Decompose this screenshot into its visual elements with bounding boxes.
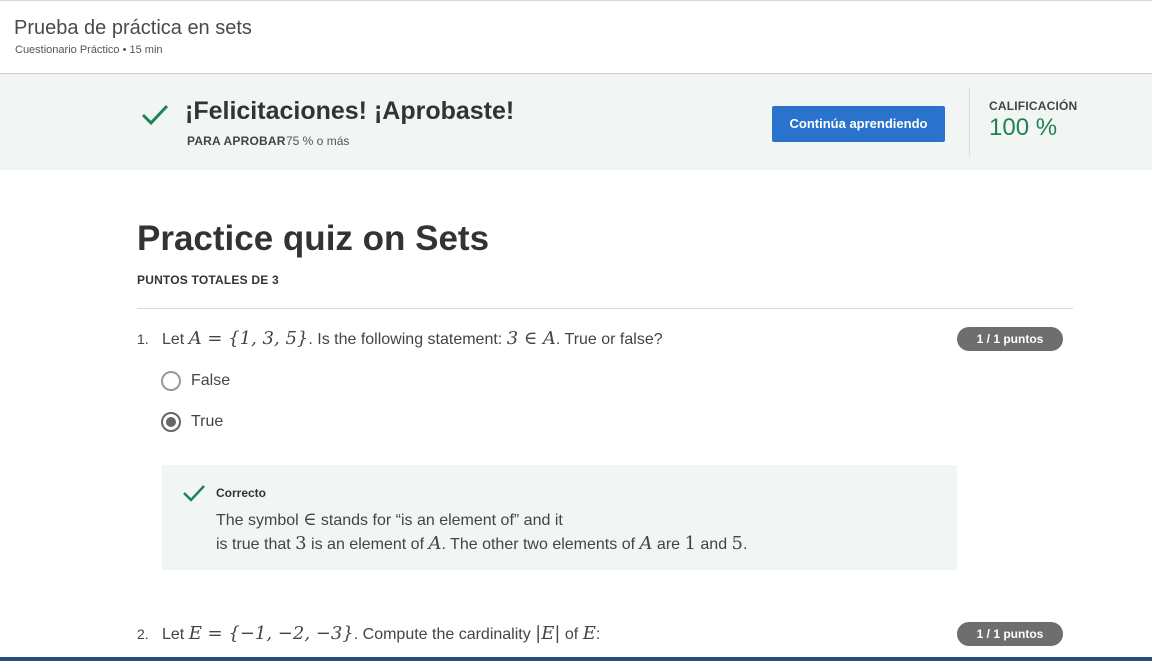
question-text-part: . Is the following statement: xyxy=(308,331,507,348)
answer-option-label: True xyxy=(191,413,224,430)
banner-divider xyxy=(969,88,970,156)
check-icon xyxy=(141,104,169,126)
result-banner: ¡Felicitaciones! ¡Aprobaste! PARA APROBA… xyxy=(0,74,1152,170)
question-math: E xyxy=(582,623,596,644)
question-math: E = {−1, −2, −3} xyxy=(188,623,354,644)
question-text-part: : xyxy=(595,626,601,643)
question-text: Let E = {−1, −2, −3}. Compute the cardin… xyxy=(162,623,600,644)
check-icon xyxy=(183,485,205,502)
grade-label: CALIFICACIÓN xyxy=(989,99,1078,113)
feedback-math: A xyxy=(428,533,442,554)
feedback-text-part: . The other two elements of xyxy=(441,536,640,553)
feedback-text-part: and xyxy=(695,536,732,553)
feedback-text-part: is true that xyxy=(216,536,296,553)
question-text-part: Let xyxy=(162,331,189,348)
feedback-text-part: stands for “is an element of” and it xyxy=(316,512,563,529)
feedback-math: A xyxy=(639,533,653,554)
radio-button[interactable] xyxy=(161,371,181,391)
continue-learning-button[interactable]: Continúa aprendiendo xyxy=(772,106,945,142)
answer-feedback: Correcto The symbol ∈ stands for “is an … xyxy=(162,465,957,570)
quiz-title: Practice quiz on Sets xyxy=(137,219,490,258)
question-text-part: Let xyxy=(162,626,189,643)
grade-value: 100 % xyxy=(989,114,1058,141)
section-divider xyxy=(137,308,1073,309)
pass-threshold-label: PARA APROBAR xyxy=(187,134,286,148)
feedback-text-part: . xyxy=(743,536,748,553)
feedback-title: Correcto xyxy=(216,486,267,500)
answer-option-label: False xyxy=(191,372,231,389)
feedback-math: 5 xyxy=(731,533,743,554)
page-header: Prueba de práctica en sets Cuestionario … xyxy=(0,0,1152,74)
points-badge: 1 / 1 puntos xyxy=(957,622,1063,646)
question-text: Let A = {1, 3, 5}. Is the following stat… xyxy=(162,328,663,349)
page-title: Prueba de práctica en sets xyxy=(14,17,252,39)
feedback-math: ∈ xyxy=(303,509,317,530)
feedback-math: 1 xyxy=(684,533,696,554)
question-number: 1. xyxy=(137,331,149,347)
question-math: A = {1, 3, 5} xyxy=(188,328,309,349)
total-points-label: PUNTOS TOTALES DE 3 xyxy=(137,273,279,287)
taskbar xyxy=(0,657,1152,661)
pass-threshold-value: 75 % o más xyxy=(286,134,350,148)
radio-button-selected[interactable] xyxy=(161,412,181,432)
points-badge: 1 / 1 puntos xyxy=(957,327,1063,351)
question-math: |E| xyxy=(535,623,561,644)
feedback-text-part: is an element of xyxy=(306,536,429,553)
question-math: 3 ∈ A xyxy=(506,328,556,349)
feedback-text-part: are xyxy=(652,536,685,553)
page-subtitle: Cuestionario Práctico • 15 min xyxy=(15,44,163,56)
feedback-text-part: The symbol xyxy=(216,512,304,529)
feedback-text: The symbol ∈ stands for “is an element o… xyxy=(216,509,563,530)
question-text-part: of xyxy=(560,626,583,643)
question-number: 2. xyxy=(137,626,149,642)
congrats-heading: ¡Felicitaciones! ¡Aprobaste! xyxy=(185,97,515,125)
feedback-math: 3 xyxy=(295,533,307,554)
question-text-part: . True or false? xyxy=(555,331,663,348)
question-text-part: . Compute the cardinality xyxy=(353,626,536,643)
feedback-text: is true that 3 is an element of A. The o… xyxy=(216,533,747,554)
